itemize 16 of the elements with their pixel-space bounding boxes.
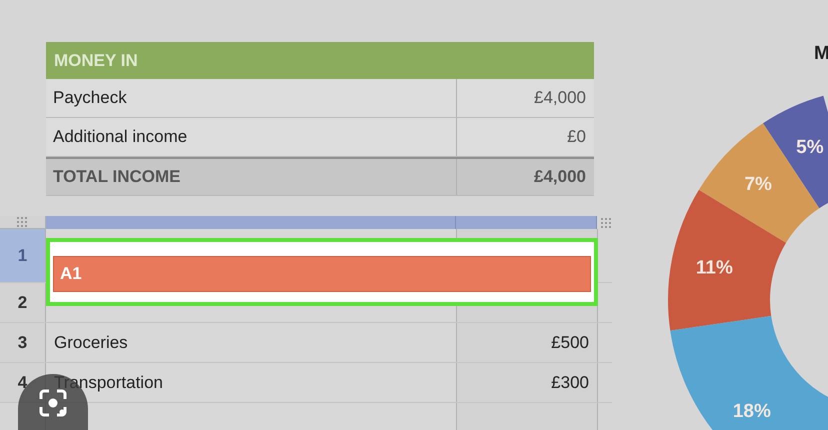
table-cell: £300	[457, 363, 598, 402]
table-cell-text: £0	[566, 126, 587, 148]
row-header[interactable]: 3	[0, 323, 46, 362]
grip-icon[interactable]	[16, 216, 28, 228]
table-cell: £500	[457, 323, 598, 362]
data-label: 11%	[696, 257, 733, 278]
data-label: 7%	[744, 174, 772, 195]
table-cell: Additional income	[46, 118, 457, 156]
table-cell: TOTAL INCOME	[46, 159, 457, 195]
table-cell: Paycheck	[46, 79, 457, 117]
table-cell-text: £4,000	[533, 87, 587, 110]
row-header[interactable]: 2	[0, 283, 46, 322]
table-title: MONEY IN	[54, 50, 138, 72]
data-label: 5%	[796, 137, 824, 158]
data-label: 18%	[732, 401, 771, 422]
table-cell-text: £4,000	[533, 166, 587, 188]
